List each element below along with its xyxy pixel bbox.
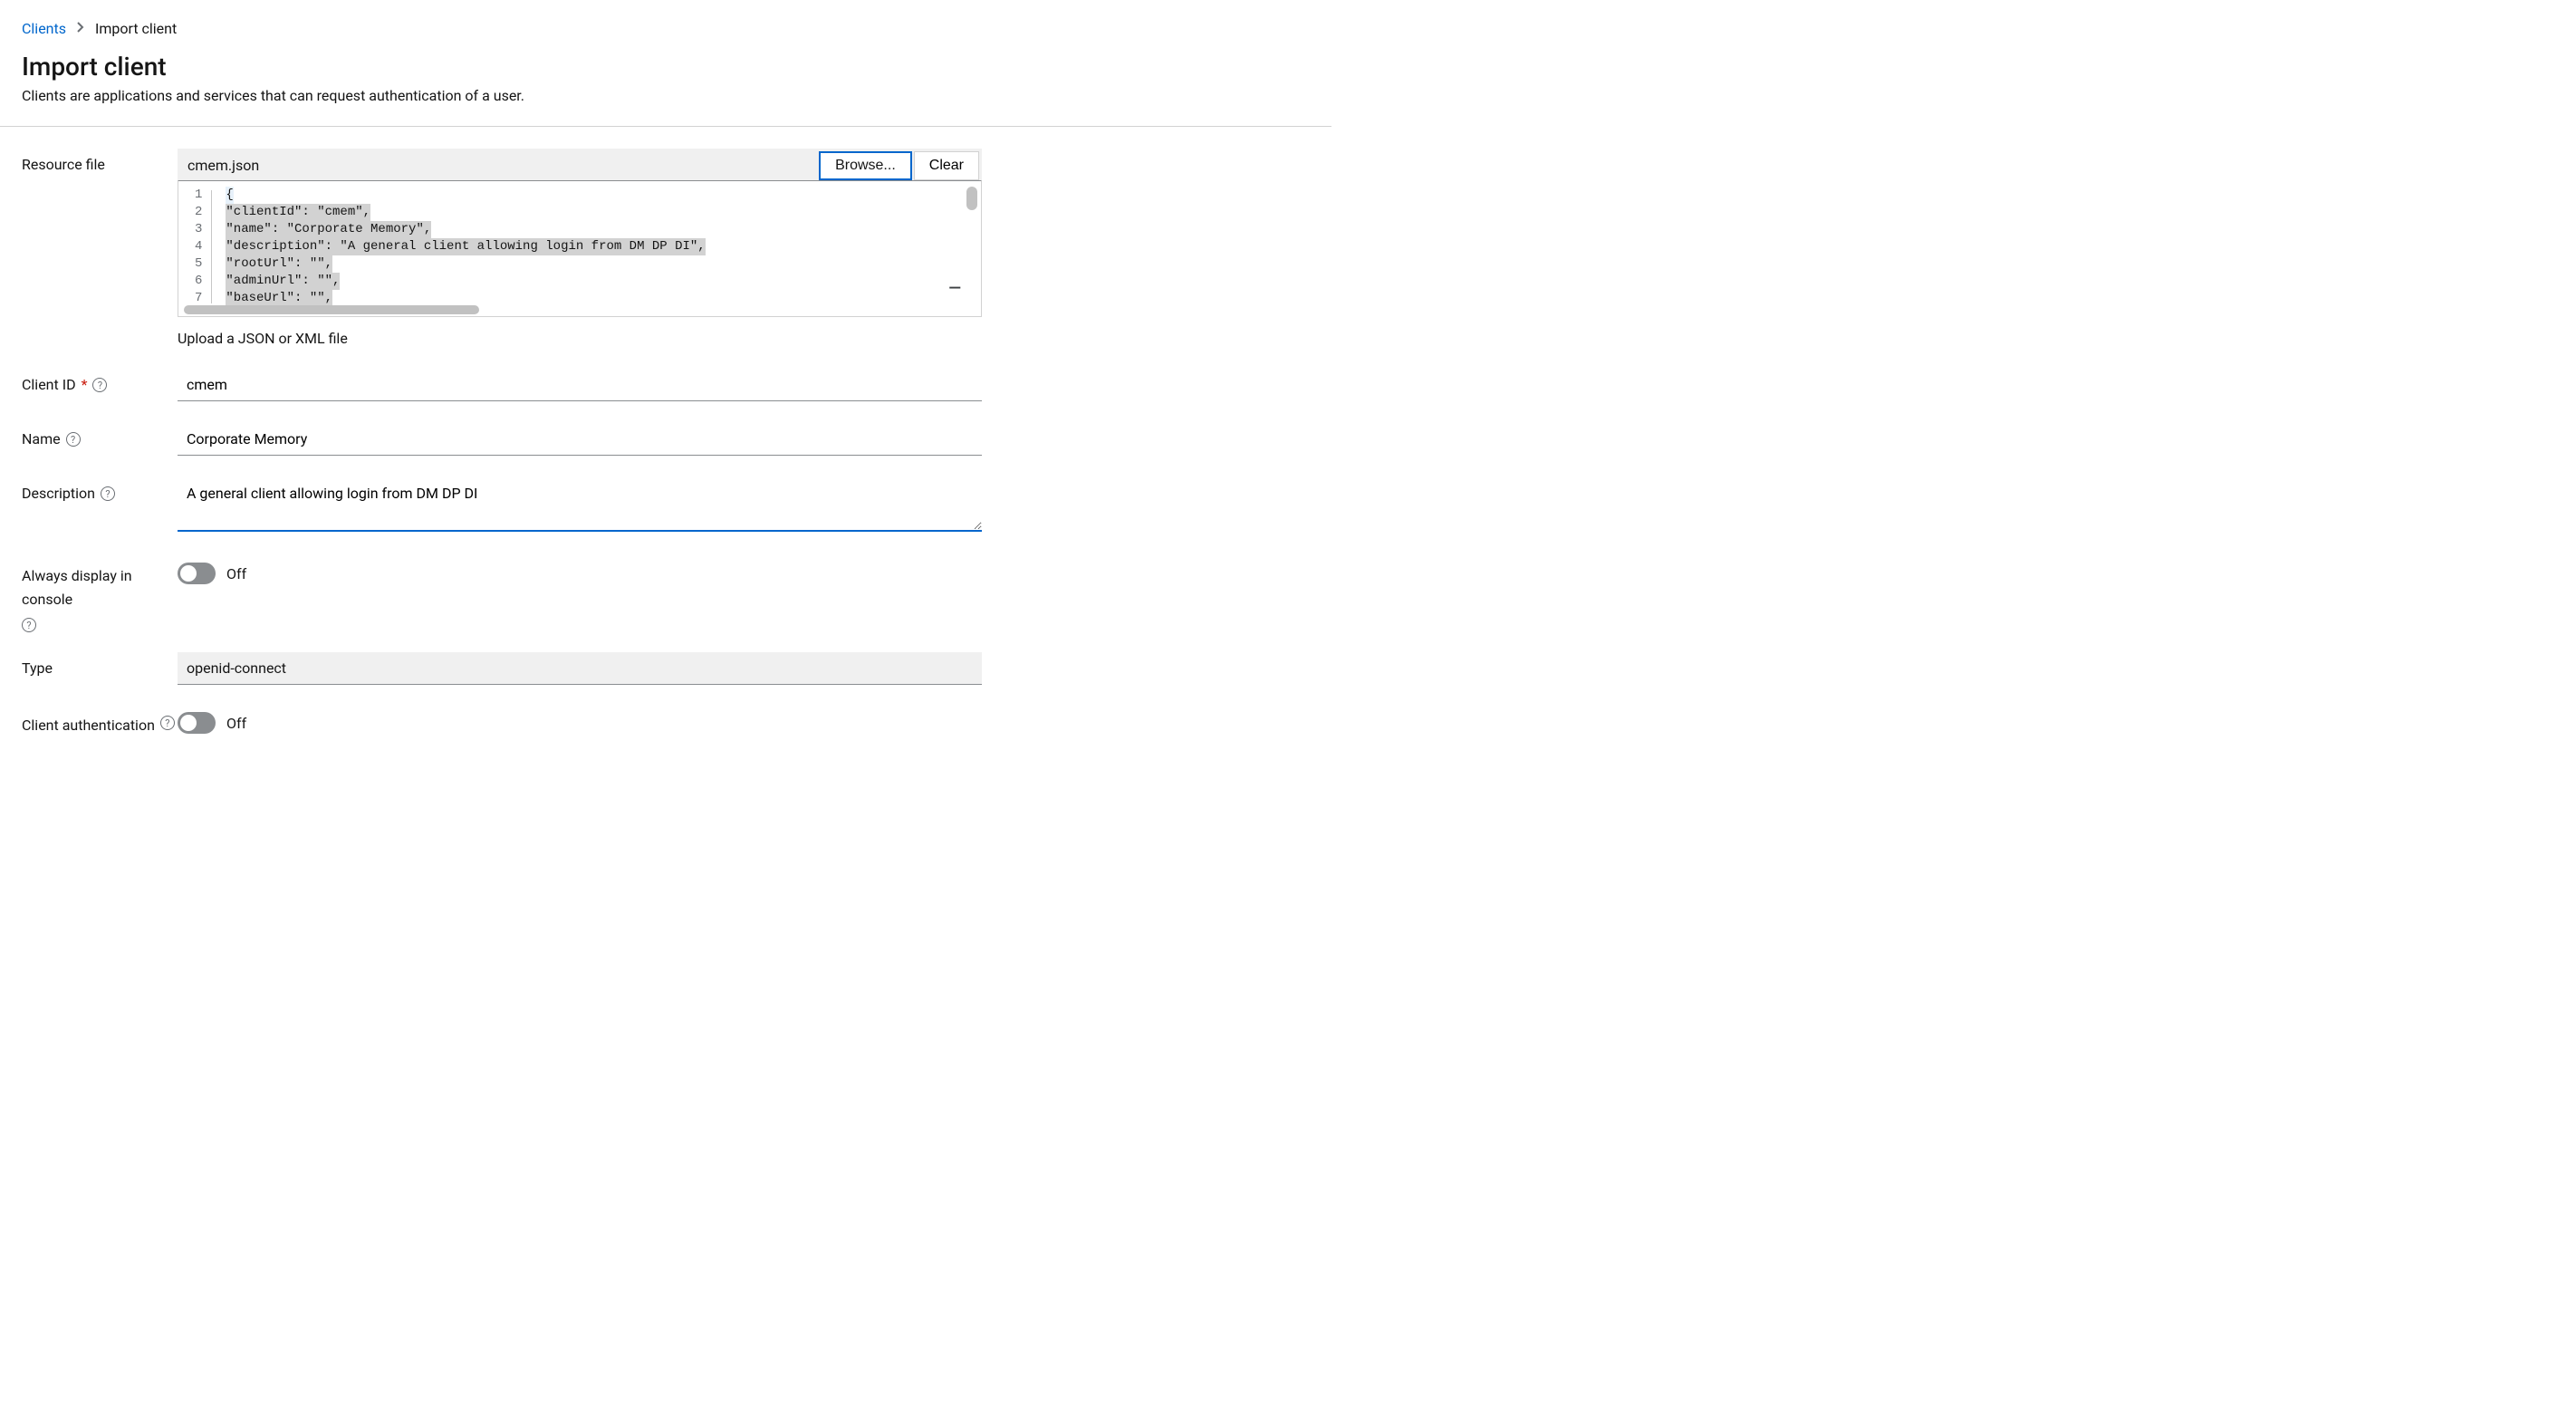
code-content[interactable]: { "clientId": "cmem", "name": "Corporate… <box>211 187 981 307</box>
help-icon[interactable]: ? <box>22 618 36 632</box>
file-name-display: cmem.json <box>178 149 819 180</box>
label-client-id: Client ID <box>22 376 76 393</box>
help-icon[interactable]: ? <box>101 486 115 501</box>
file-input-bar: cmem.json Browse... Clear <box>178 149 982 181</box>
client-auth-toggle[interactable] <box>178 712 216 734</box>
page-subtitle: Clients are applications and services th… <box>22 87 1310 104</box>
breadcrumb-current: Import client <box>95 20 177 37</box>
label-description: Description <box>22 485 95 502</box>
scrollbar-vertical[interactable] <box>966 187 977 311</box>
client-id-input[interactable] <box>178 369 982 401</box>
required-indicator: * <box>82 376 88 393</box>
breadcrumb: Clients Import client <box>0 0 1331 44</box>
client-auth-state: Off <box>226 715 246 732</box>
label-name: Name <box>22 430 61 447</box>
code-gutter: 1 2 3 4 5 6 7 <box>178 187 211 307</box>
always-display-state: Off <box>226 565 246 582</box>
label-always-display: Always display in console <box>22 564 178 611</box>
help-icon[interactable]: ? <box>92 378 107 392</box>
breadcrumb-root-link[interactable]: Clients <box>22 20 66 37</box>
type-field <box>178 652 982 685</box>
file-preview-editor[interactable]: 1 2 3 4 5 6 7 { "clientId": "cmem", "nam… <box>178 181 982 317</box>
always-display-toggle[interactable] <box>178 563 216 584</box>
label-resource-file: Resource file <box>22 156 105 173</box>
name-input[interactable] <box>178 423 982 456</box>
page-header: Import client Clients are applications a… <box>0 44 1331 127</box>
chevron-right-icon <box>77 22 84 36</box>
clear-button[interactable]: Clear <box>914 151 979 180</box>
help-icon[interactable]: ? <box>160 716 175 730</box>
help-icon[interactable]: ? <box>66 432 81 447</box>
collapse-icon[interactable]: — <box>948 279 961 298</box>
page-title: Import client <box>22 52 1310 82</box>
label-client-auth: Client authentication <box>22 714 155 737</box>
label-type: Type <box>22 659 53 677</box>
file-helper-text: Upload a JSON or XML file <box>178 330 982 347</box>
scrollbar-horizontal[interactable] <box>184 305 963 314</box>
import-client-form: Resource file cmem.json Browse... Clear … <box>0 127 1331 815</box>
browse-button[interactable]: Browse... <box>819 151 912 180</box>
description-input[interactable]: A general client allowing login from DM … <box>178 477 982 532</box>
